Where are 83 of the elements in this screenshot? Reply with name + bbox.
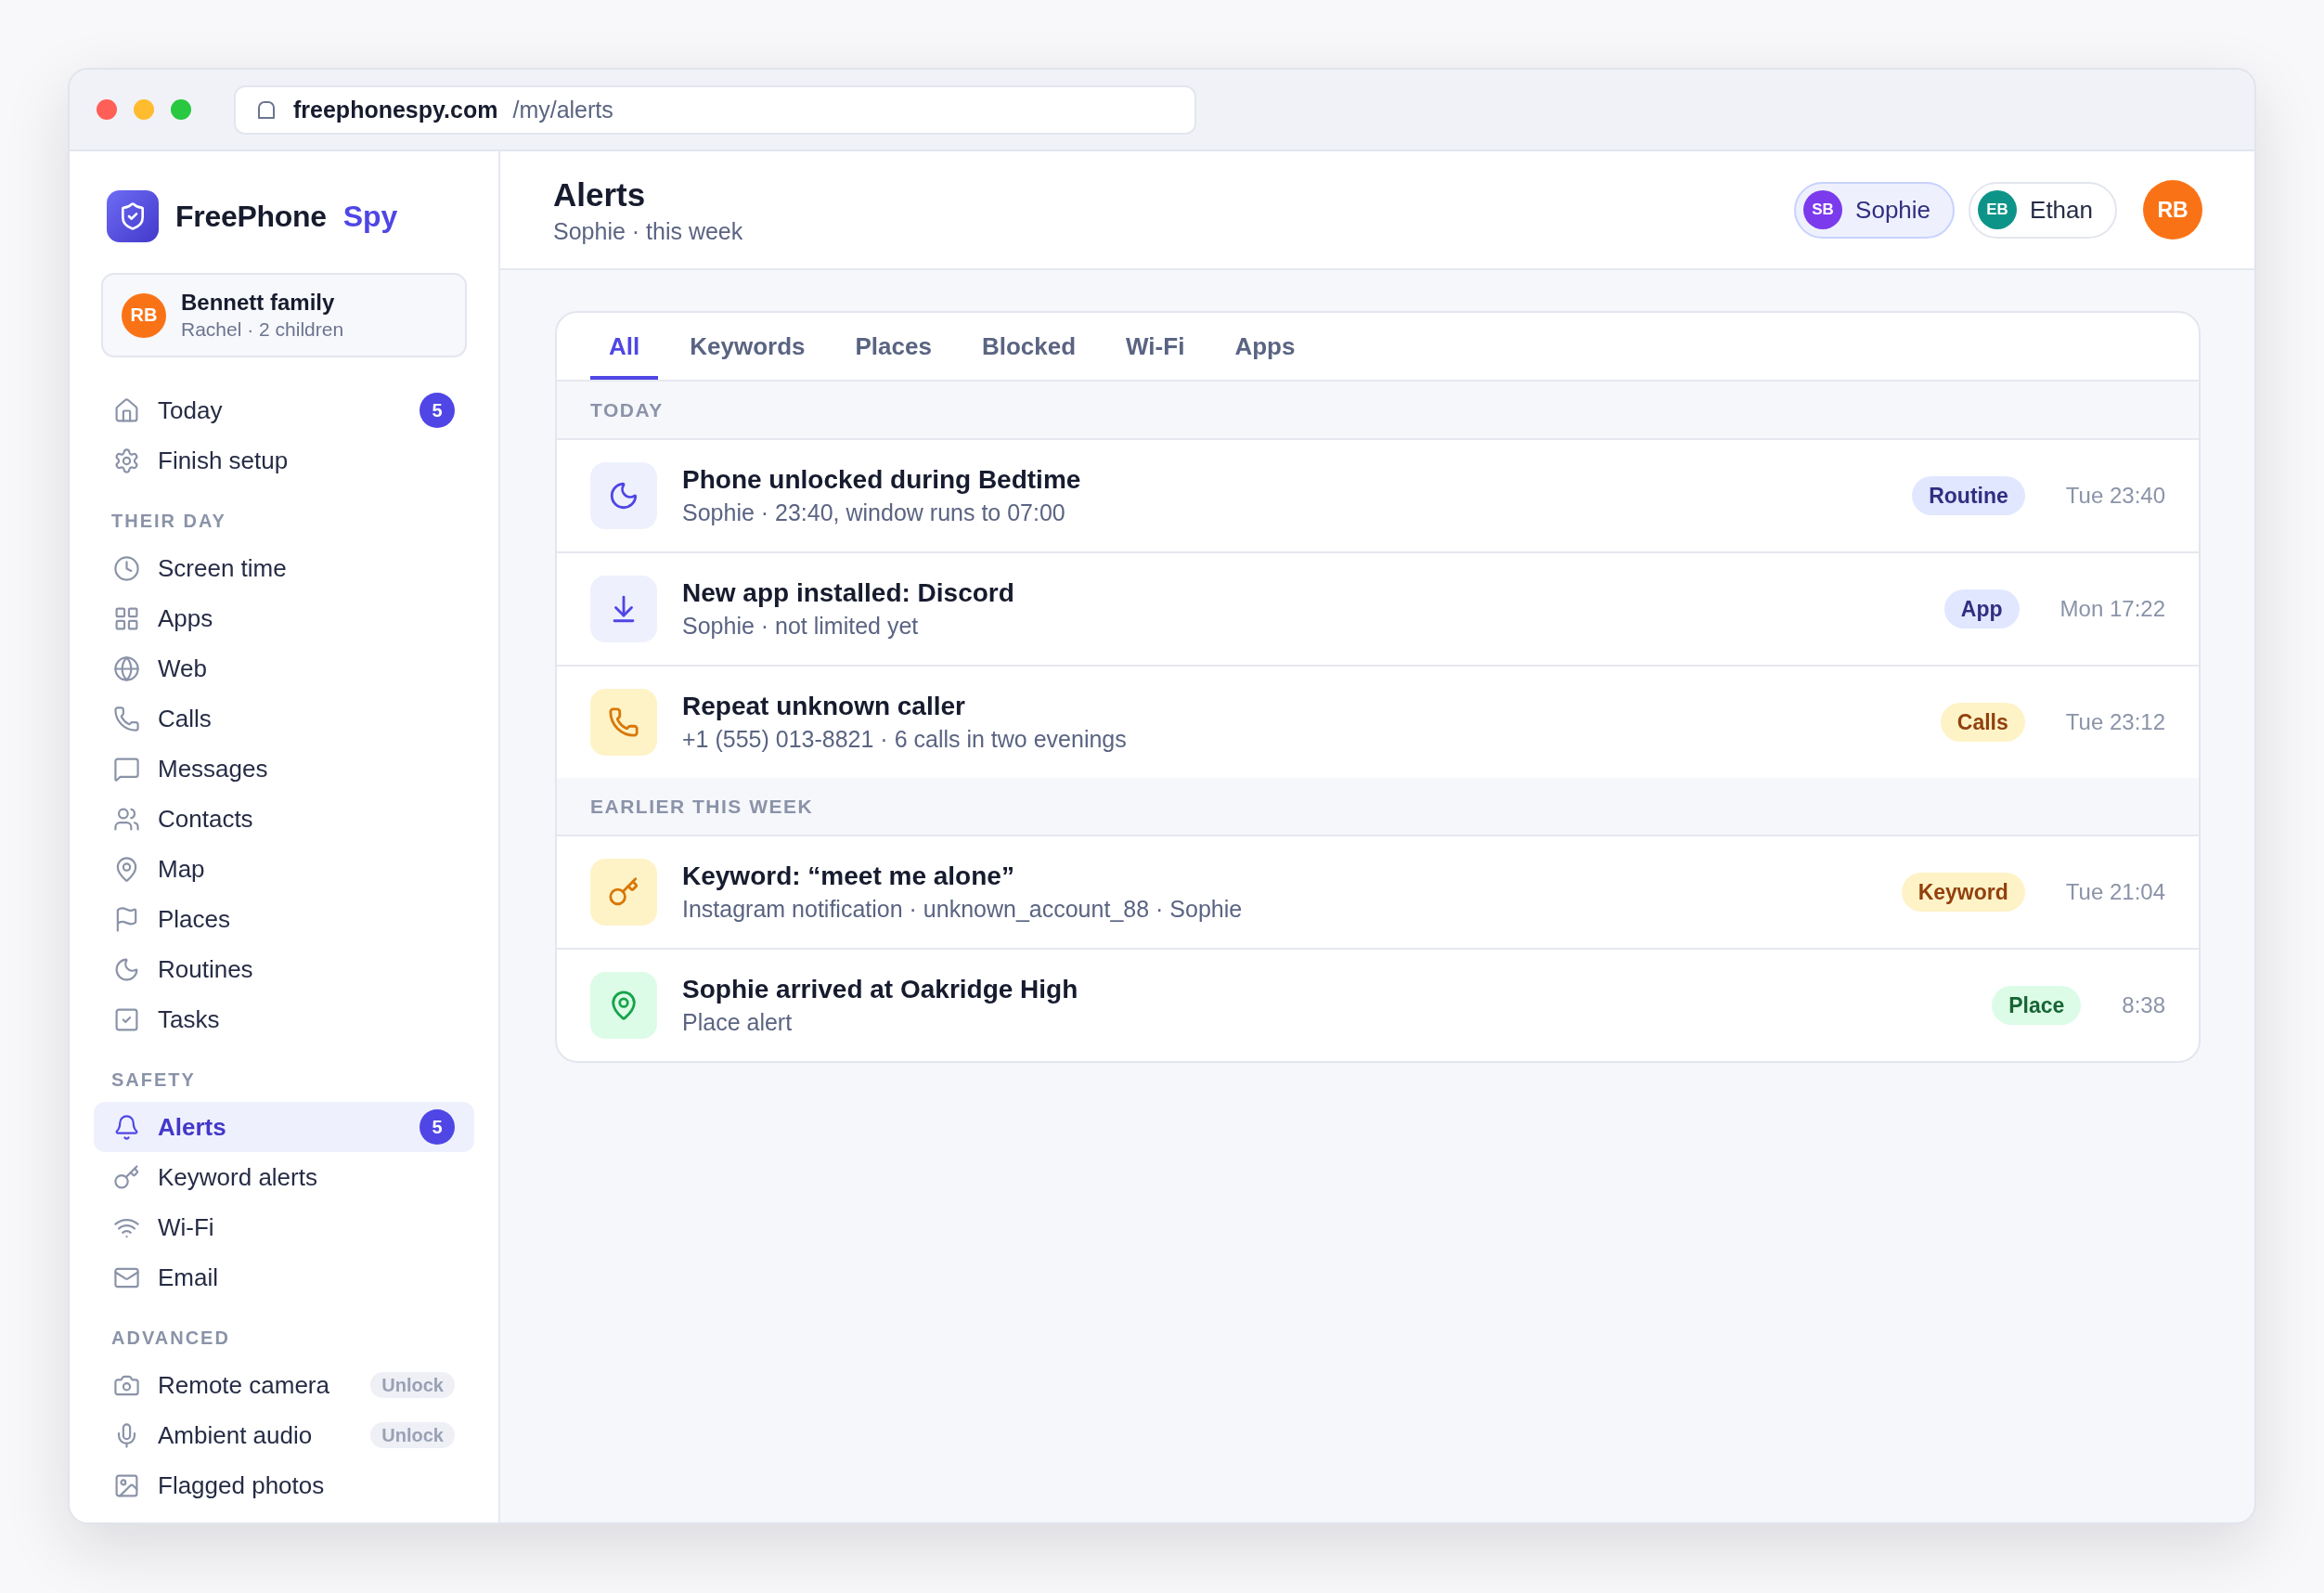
nav-item[interactable]: Remote camera Unlock: [94, 1360, 474, 1410]
close-dot-icon[interactable]: [97, 99, 117, 120]
alert-title: Repeat unknown caller: [682, 692, 966, 721]
alert-detail: +1 (555) 013-8821 · 6 calls in two evenings: [682, 726, 1128, 753]
site-icon: [256, 99, 277, 120]
alert-time: Mon 17:22: [2059, 596, 2165, 622]
nav-item[interactable]: Map: [94, 844, 474, 894]
alert-time: Tue 23:40: [2065, 483, 2165, 509]
alert-time: 8:38: [2122, 992, 2165, 1018]
unlock-pill: Unlock: [370, 1422, 455, 1448]
moon-icon: [590, 462, 657, 529]
avatar: SB: [1803, 190, 1843, 229]
alert-title: Keyword: “meet me alone”: [682, 861, 1015, 891]
alert-detail: Sophie · 23:40, window runs to 07:00: [682, 499, 1066, 526]
filter-tab[interactable]: Apps: [1216, 313, 1314, 380]
category-tag: App: [1943, 589, 2020, 628]
count-badge: 5: [420, 393, 455, 428]
nav-item[interactable]: Contacts: [94, 794, 474, 844]
alert-time: Tue 21:04: [2065, 879, 2165, 905]
minimize-dot-icon[interactable]: [134, 99, 154, 120]
group-heading: EARLIER THIS WEEK: [557, 778, 2199, 835]
nav-item[interactable]: Calls: [94, 693, 474, 744]
nav-item[interactable]: Web: [94, 643, 474, 693]
section-heading: THEIR DAY: [110, 510, 227, 533]
account-subtitle: Rachel · 2 children: [181, 318, 344, 341]
nav-item[interactable]: Today 5: [94, 385, 474, 435]
key-icon: [590, 859, 657, 926]
phone-icon: [590, 689, 657, 756]
page-subtitle: Sophie · this week: [553, 217, 743, 245]
nav-item[interactable]: Ambient audio Unlock: [94, 1410, 474, 1460]
page-title: Alerts: [553, 175, 647, 214]
nav-item[interactable]: Email: [94, 1252, 474, 1302]
nav-item[interactable]: Routines: [94, 944, 474, 994]
count-badge: 5: [420, 1109, 455, 1145]
alert-title: New app installed: Discord: [682, 578, 1015, 608]
nav-item[interactable]: Places: [94, 894, 474, 944]
phone-icon: [113, 705, 140, 732]
alert-time: Tue 23:12: [2065, 709, 2165, 735]
category-tag: Keyword: [1901, 873, 2025, 912]
nav-item[interactable]: Finish setup: [94, 435, 474, 486]
brand-accent: Spy: [342, 199, 398, 234]
account-name: Bennett family: [181, 290, 336, 316]
category-tag: Routine: [1912, 476, 2025, 515]
alert-detail: Sophie · not limited yet: [682, 613, 920, 640]
download-icon: [590, 576, 657, 642]
child-chip[interactable]: SB Sophie: [1794, 181, 1956, 239]
alert-title: Sophie arrived at Oakridge High: [682, 975, 1079, 1004]
child-chip[interactable]: EB Ethan: [1969, 181, 2117, 239]
map-pin-icon: [590, 972, 657, 1039]
nav-item[interactable]: Wi-Fi: [94, 1202, 474, 1252]
filter-tab[interactable]: Keywords: [671, 313, 824, 380]
account-card[interactable]: RB Bennett family Rachel · 2 children: [101, 273, 467, 357]
nav-item[interactable]: Alerts 5: [94, 1102, 474, 1152]
alert-title: Phone unlocked during Bedtime: [682, 465, 1082, 495]
key-icon: [113, 1163, 140, 1191]
nav-item[interactable]: Screen time: [94, 543, 474, 593]
avatar: RB: [122, 292, 166, 338]
nav-item[interactable]: Apps: [94, 593, 474, 643]
house-icon: [113, 396, 140, 424]
category-tag: Calls: [1940, 703, 2025, 742]
brand-name: FreePhone: [175, 199, 327, 234]
section-heading: ADVANCED: [110, 1327, 231, 1350]
nav-item[interactable]: Flagged photos: [94, 1460, 474, 1510]
group-heading: TODAY: [557, 382, 2199, 438]
filter-tab[interactable]: Places: [836, 313, 950, 380]
alert-detail: Place alert: [682, 1009, 794, 1036]
nav-item[interactable]: Messages: [94, 744, 474, 794]
avatar: EB: [1978, 190, 2018, 229]
category-tag: Place: [1992, 986, 2082, 1025]
filter-tab[interactable]: Blocked: [962, 313, 1095, 380]
shield-logo-icon: [107, 190, 159, 242]
bell-icon: [113, 1113, 140, 1141]
nav-item[interactable]: Tasks: [94, 994, 474, 1044]
filter-tab[interactable]: Wi-Fi: [1107, 313, 1204, 380]
alert-detail: Instagram notification · unknown_account_88 · Sophie: [682, 896, 1244, 923]
nav-item[interactable]: Keyword alerts: [94, 1152, 474, 1202]
globe-icon: [113, 654, 140, 682]
clock-icon: [113, 554, 140, 582]
unlock-pill: Unlock: [370, 1372, 455, 1398]
section-heading: SAFETY: [110, 1068, 197, 1092]
address-bar[interactable]: freephonespy.com /my/alerts: [234, 84, 1196, 135]
gear-icon: [113, 447, 140, 474]
zoom-dot-icon[interactable]: [171, 99, 191, 120]
